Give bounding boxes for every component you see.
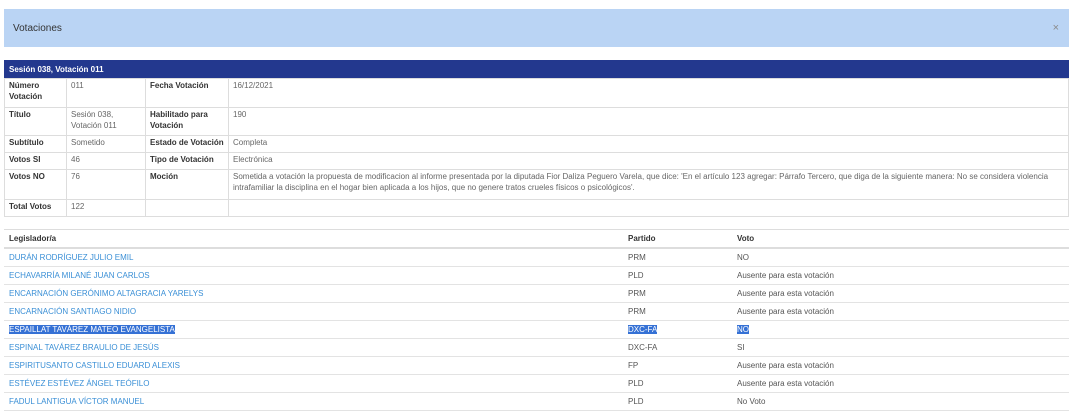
empty-cell	[145, 199, 229, 217]
details-row: Título Sesión 038, Votación 011 Habilita…	[4, 107, 1069, 136]
table-row: ENCARNACIÓN SANTIAGO NIDIO PRM Ausente p…	[4, 302, 1069, 321]
titulo-value: Sesión 038, Votación 011	[66, 107, 146, 136]
vote-cell: SI	[732, 338, 1069, 357]
modal-header: Votaciones ×	[4, 9, 1069, 47]
estado-value: Completa	[228, 135, 1069, 153]
details-row: Subtítulo Sometido Estado de Votación Co…	[4, 135, 1069, 153]
vote-cell: Ausente para esta votación	[732, 302, 1069, 321]
column-header-partido: Partido	[623, 229, 732, 249]
legislator-link[interactable]: ESPAILLAT TAVÁREZ MATEO EVANGELISTA	[9, 325, 175, 334]
party-cell: DXC-FA	[623, 338, 732, 357]
legislator-link[interactable]: ESPINAL TAVÁREZ BRAULIO DE JESÚS	[9, 343, 159, 352]
close-icon[interactable]: ×	[1053, 22, 1059, 34]
tipo-value: Electrónica	[228, 152, 1069, 170]
total-label: Total Votos	[4, 199, 67, 217]
mocion-value: Sometida a votación la propuesta de modi…	[228, 169, 1069, 200]
habilitado-label: Habilitado para Votación	[145, 107, 229, 136]
table-row: ECHAVARRÍA MILANÉ JUAN CARLOS PLD Ausent…	[4, 266, 1069, 285]
vote-cell: Ausente para esta votación	[732, 374, 1069, 393]
modal-title: Votaciones	[13, 22, 62, 34]
details-row: Votos NO 76 Moción Sometida a votación l…	[4, 169, 1069, 200]
subtitulo-label: Subtítulo	[4, 135, 67, 153]
vote-cell: No Voto	[732, 392, 1069, 411]
column-header-voto: Voto	[732, 229, 1069, 249]
empty-cell	[228, 199, 1069, 217]
votos-si-value: 46	[66, 152, 146, 170]
legislator-link[interactable]: ESPIRITUSANTO CASTILLO EDUARD ALEXIS	[9, 361, 180, 370]
total-value: 122	[66, 199, 146, 217]
vote-details-table: Número Votación 011 Fecha Votación 16/12…	[4, 78, 1069, 217]
vote-cell: NO	[732, 248, 1069, 267]
estado-label: Estado de Votación	[145, 135, 229, 153]
vote-cell: Ausente para esta votación	[732, 284, 1069, 303]
votos-si-label: Votos SI	[4, 152, 67, 170]
table-row-selected: ESPAILLAT TAVÁREZ MATEO EVANGELISTA DXC-…	[4, 320, 1069, 339]
legislator-link[interactable]: ESTÉVEZ ESTÉVEZ ÁNGEL TEÓFILO	[9, 379, 149, 388]
column-header-legislador: Legislador/a	[4, 229, 623, 249]
votos-no-label: Votos NO	[4, 169, 67, 200]
party-cell: FP	[623, 356, 732, 375]
table-row: DURÁN RODRÍGUEZ JULIO EMIL PRM NO	[4, 248, 1069, 267]
table-row: ESTÉVEZ ESTÉVEZ ÁNGEL TEÓFILO PLD Ausent…	[4, 374, 1069, 393]
party-cell: PLD	[623, 266, 732, 285]
table-row: FADUL LANTIGUA VÍCTOR MANUEL PLD No Voto	[4, 392, 1069, 411]
legislator-link[interactable]: FADUL LANTIGUA VÍCTOR MANUEL	[9, 397, 144, 406]
party-cell: PLD	[623, 392, 732, 411]
party-cell: PRM	[623, 248, 732, 267]
party-cell: DXC-FA	[628, 325, 658, 334]
details-row: Votos SI 46 Tipo de Votación Electrónica	[4, 152, 1069, 170]
habilitado-value: 190	[228, 107, 1069, 136]
votes-table: Legislador/a Partido Voto DURÁN RODRÍGUE…	[4, 229, 1069, 411]
party-cell: PRM	[623, 284, 732, 303]
legislator-link[interactable]: ECHAVARRÍA MILANÉ JUAN CARLOS	[9, 271, 150, 280]
legislator-link[interactable]: ENCARNACIÓN GERÓNIMO ALTAGRACIA YARELYS	[9, 289, 203, 298]
subtitulo-value: Sometido	[66, 135, 146, 153]
numero-label: Número Votación	[4, 78, 67, 108]
legislator-link[interactable]: ENCARNACIÓN SANTIAGO NIDIO	[9, 307, 136, 316]
vote-cell: Ausente para esta votación	[732, 356, 1069, 375]
tipo-label: Tipo de Votación	[145, 152, 229, 170]
party-cell: PRM	[623, 302, 732, 321]
fecha-label: Fecha Votación	[145, 78, 229, 108]
table-row: ESPIRITUSANTO CASTILLO EDUARD ALEXIS FP …	[4, 356, 1069, 375]
votos-no-value: 76	[66, 169, 146, 200]
party-cell: PLD	[623, 374, 732, 393]
vote-cell: Ausente para esta votación	[732, 266, 1069, 285]
titulo-label: Título	[4, 107, 67, 136]
mocion-label: Moción	[145, 169, 229, 200]
vote-cell: NO	[737, 325, 749, 334]
session-header: Sesión 038, Votación 011	[4, 60, 1069, 78]
numero-value: 011	[66, 78, 146, 108]
fecha-value: 16/12/2021	[228, 78, 1069, 108]
legislator-link[interactable]: DURÁN RODRÍGUEZ JULIO EMIL	[9, 253, 133, 262]
table-row: ENCARNACIÓN GERÓNIMO ALTAGRACIA YARELYS …	[4, 284, 1069, 303]
details-row: Número Votación 011 Fecha Votación 16/12…	[4, 78, 1069, 108]
details-row: Total Votos 122	[4, 199, 1069, 217]
table-row: ESPINAL TAVÁREZ BRAULIO DE JESÚS DXC-FA …	[4, 338, 1069, 357]
votes-header-row: Legislador/a Partido Voto	[4, 229, 1069, 249]
